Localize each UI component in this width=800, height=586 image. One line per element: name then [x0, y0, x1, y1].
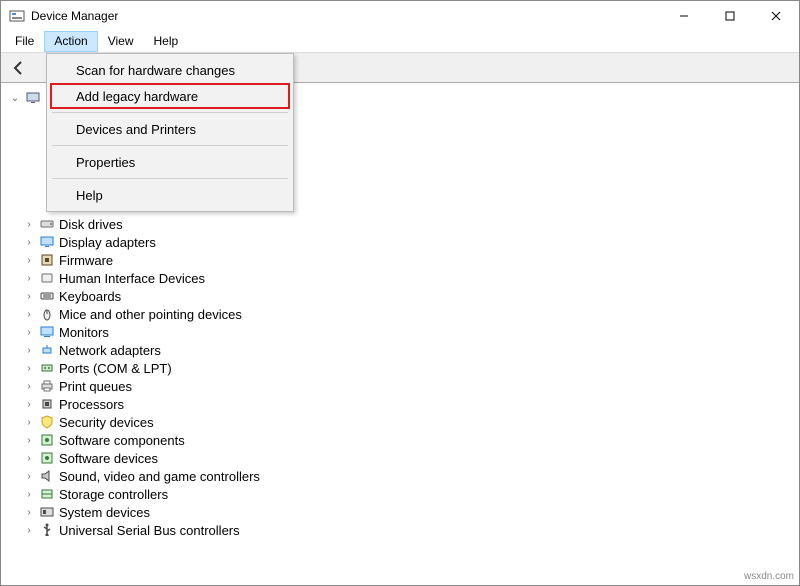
expand-icon[interactable]: ›: [23, 218, 35, 230]
tree-item-printer[interactable]: › Print queues: [23, 377, 799, 395]
expand-icon[interactable]: ›: [23, 506, 35, 518]
menu-help[interactable]: Help: [50, 182, 290, 208]
tree-item-label: Monitors: [59, 325, 109, 340]
menu-file[interactable]: File: [5, 31, 44, 52]
menu-scan-hardware[interactable]: Scan for hardware changes: [50, 57, 290, 83]
tree-item-label: System devices: [59, 505, 150, 520]
tree-item-port[interactable]: › Ports (COM & LPT): [23, 359, 799, 377]
tree-item-firmware[interactable]: › Firmware: [23, 251, 799, 269]
computer-icon: [25, 90, 41, 106]
menu-devices-printers[interactable]: Devices and Printers: [50, 116, 290, 142]
printer-icon: [39, 378, 55, 394]
menu-separator: [52, 112, 288, 113]
tree-item-monitor[interactable]: › Monitors: [23, 323, 799, 341]
tree-item-label: Processors: [59, 397, 124, 412]
menu-separator: [52, 178, 288, 179]
tree-item-security[interactable]: › Security devices: [23, 413, 799, 431]
close-button[interactable]: [753, 1, 799, 31]
expand-icon[interactable]: ›: [23, 524, 35, 536]
expand-icon[interactable]: ›: [23, 416, 35, 428]
menu-add-legacy-hardware[interactable]: Add legacy hardware: [50, 83, 290, 109]
software-icon: [39, 450, 55, 466]
tree-item-label: Software devices: [59, 451, 158, 466]
expand-icon[interactable]: ›: [23, 290, 35, 302]
tree-item-label: Keyboards: [59, 289, 121, 304]
tree-item-display[interactable]: › Display adapters: [23, 233, 799, 251]
network-icon: [39, 342, 55, 358]
titlebar-left: Device Manager: [9, 8, 118, 24]
tree-item-label: Ports (COM & LPT): [59, 361, 172, 376]
expand-icon[interactable]: ›: [23, 398, 35, 410]
expand-icon[interactable]: ›: [23, 344, 35, 356]
action-menu-dropdown: Scan for hardware changes Add legacy har…: [46, 53, 294, 212]
tree-item-mouse[interactable]: › Mice and other pointing devices: [23, 305, 799, 323]
sound-icon: [39, 468, 55, 484]
expand-icon[interactable]: ›: [23, 452, 35, 464]
tree-item-label: Software components: [59, 433, 185, 448]
expand-icon[interactable]: ›: [23, 488, 35, 500]
menu-separator: [52, 145, 288, 146]
system-icon: [39, 504, 55, 520]
tree-item-storage[interactable]: › Storage controllers: [23, 485, 799, 503]
tree-item-label: Mice and other pointing devices: [59, 307, 242, 322]
expand-icon[interactable]: ›: [23, 380, 35, 392]
expand-icon[interactable]: ›: [23, 254, 35, 266]
expand-icon[interactable]: ›: [23, 434, 35, 446]
expand-icon[interactable]: ›: [23, 236, 35, 248]
tree-item-label: Display adapters: [59, 235, 156, 250]
tree-item-label: Sound, video and game controllers: [59, 469, 260, 484]
cpu-icon: [39, 396, 55, 412]
back-button[interactable]: [7, 56, 31, 80]
monitor-icon: [39, 324, 55, 340]
menubar: File Action View Help: [1, 31, 799, 53]
tree-item-keyboard[interactable]: › Keyboards: [23, 287, 799, 305]
tree-item-label: Storage controllers: [59, 487, 168, 502]
minimize-button[interactable]: [661, 1, 707, 31]
window-title: Device Manager: [31, 9, 118, 23]
mouse-icon: [39, 306, 55, 322]
tree-item-label: Print queues: [59, 379, 132, 394]
port-icon: [39, 360, 55, 376]
tree-item-usb[interactable]: › Universal Serial Bus controllers: [23, 521, 799, 539]
tree-item-sound[interactable]: › Sound, video and game controllers: [23, 467, 799, 485]
tree-item-system[interactable]: › System devices: [23, 503, 799, 521]
disk-icon: [39, 216, 55, 232]
tree-item-network[interactable]: › Network adapters: [23, 341, 799, 359]
tree-item-label: Network adapters: [59, 343, 161, 358]
tree-item-cpu[interactable]: › Processors: [23, 395, 799, 413]
expand-icon[interactable]: ›: [23, 362, 35, 374]
tree-item-label: Firmware: [59, 253, 113, 268]
security-icon: [39, 414, 55, 430]
display-icon: [39, 234, 55, 250]
app-icon: [9, 8, 25, 24]
tree-item-label: Security devices: [59, 415, 154, 430]
window-controls: [661, 1, 799, 31]
expand-icon[interactable]: ›: [23, 308, 35, 320]
keyboard-icon: [39, 288, 55, 304]
storage-icon: [39, 486, 55, 502]
menu-properties[interactable]: Properties: [50, 149, 290, 175]
hid-icon: [39, 270, 55, 286]
expand-icon[interactable]: ›: [23, 272, 35, 284]
tree-item-label: Disk drives: [59, 217, 123, 232]
expand-icon[interactable]: ›: [23, 326, 35, 338]
menu-help[interactable]: Help: [144, 31, 189, 52]
tree-item-label: Human Interface Devices: [59, 271, 205, 286]
tree-item-software[interactable]: › Software devices: [23, 449, 799, 467]
usb-icon: [39, 522, 55, 538]
firmware-icon: [39, 252, 55, 268]
tree-item-software[interactable]: › Software components: [23, 431, 799, 449]
titlebar: Device Manager: [1, 1, 799, 31]
tree-item-label: Universal Serial Bus controllers: [59, 523, 240, 538]
maximize-button[interactable]: [707, 1, 753, 31]
tree-item-hid[interactable]: › Human Interface Devices: [23, 269, 799, 287]
tree-item-disk[interactable]: › Disk drives: [23, 215, 799, 233]
expand-icon[interactable]: ›: [23, 470, 35, 482]
menu-action[interactable]: Action: [44, 31, 97, 52]
watermark: wsxdn.com: [744, 571, 794, 582]
menu-view[interactable]: View: [98, 31, 144, 52]
software-icon: [39, 432, 55, 448]
collapse-icon[interactable]: ⌄: [9, 92, 21, 104]
